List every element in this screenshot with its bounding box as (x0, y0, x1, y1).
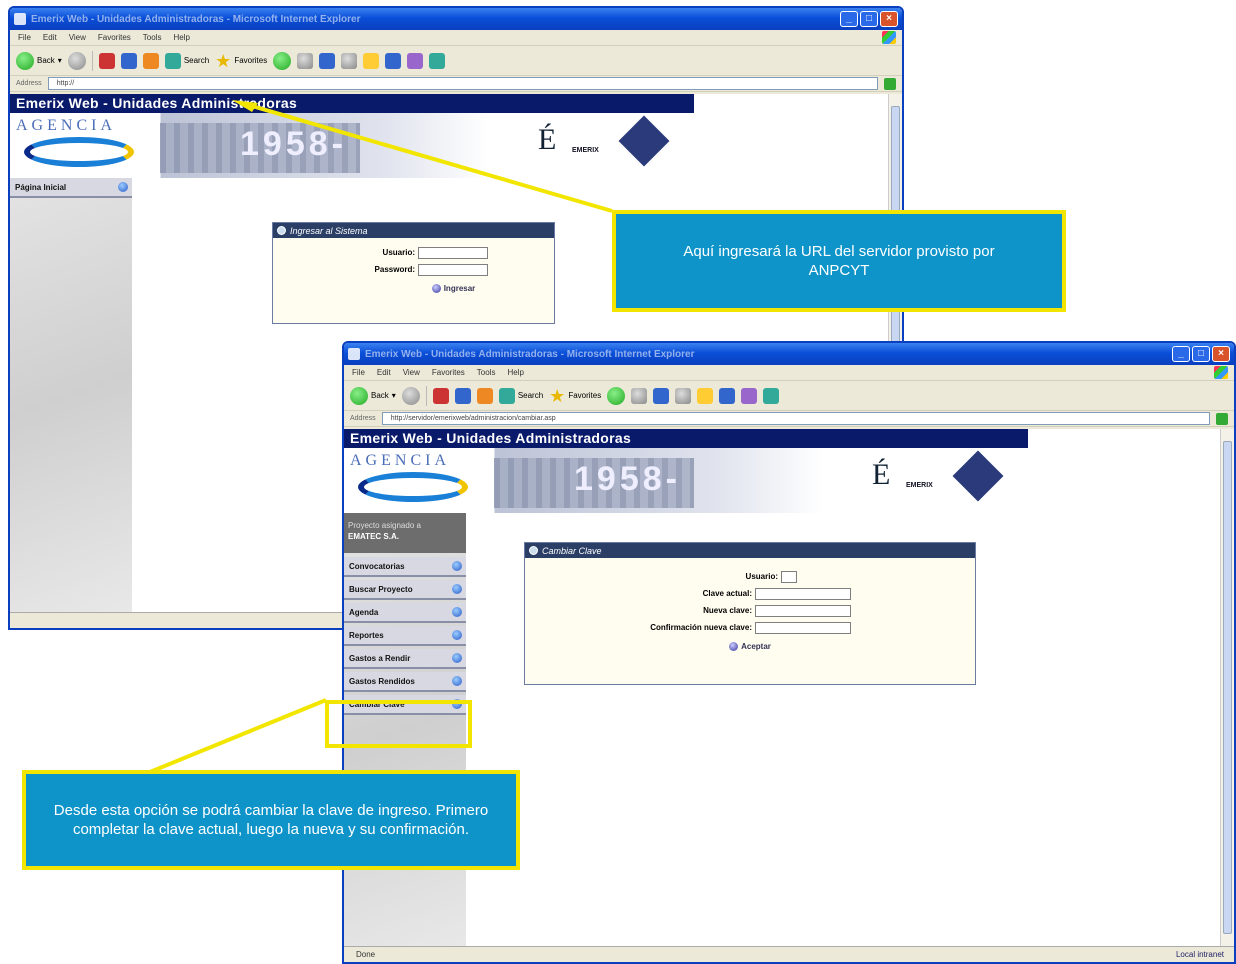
cambiar-clave-highlight (325, 700, 472, 748)
url-arrow-line (251, 104, 613, 213)
password-callout: Desde esta opción se podrá cambiar la cl… (22, 770, 520, 870)
password-callout-line (149, 698, 327, 774)
password-callout-text: Desde esta opción se podrá cambiar la cl… (53, 802, 489, 838)
url-callout-text: Aquí ingresará la URL del servidor provi… (683, 243, 995, 279)
url-callout: Aquí ingresará la URL del servidor provi… (612, 210, 1066, 312)
